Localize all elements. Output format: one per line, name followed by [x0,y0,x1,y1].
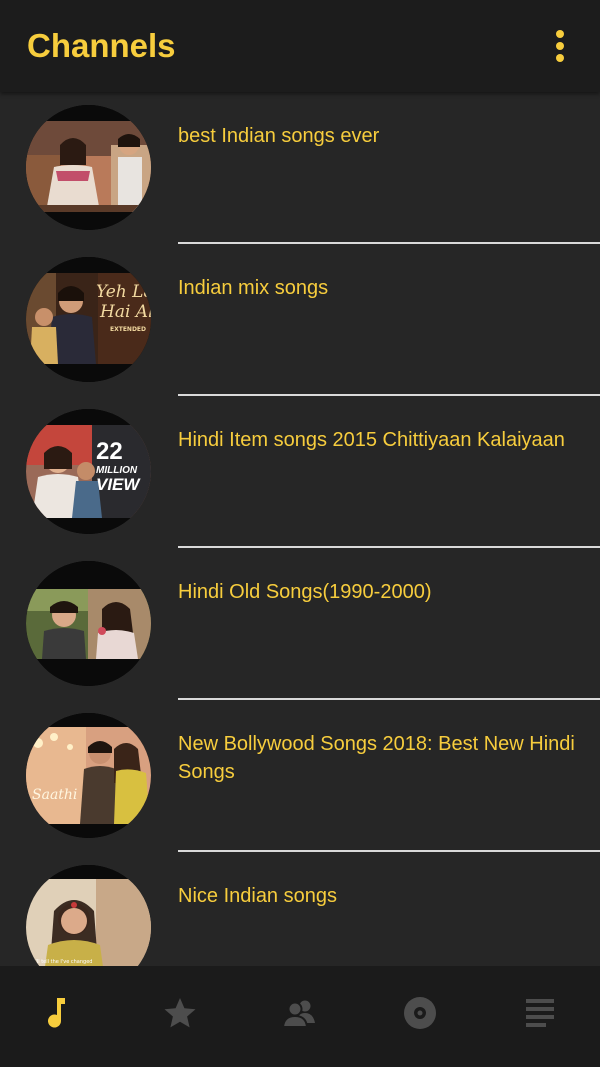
app-bar: Channels [0,0,600,92]
channel-title: New Bollywood Songs 2018: Best New Hindi… [178,733,575,783]
channel-thumbnail: Yeh Lad Hai Alla EXTENDED [26,257,151,382]
channel-title: best Indian songs ever [178,125,380,147]
nav-tab-albums[interactable] [360,966,480,1067]
thumbnail-text: EXTENDED [110,326,146,333]
channel-item[interactable]: best Indian songs ever [0,92,600,244]
channel-thumbnail [26,561,151,686]
channel-title: Hindi Old Songs(1990-2000) [178,581,432,603]
channel-item[interactable]: Hindi Old Songs(1990-2000) [0,548,600,700]
bottom-navigation [0,966,600,1067]
nav-tab-playlists[interactable] [480,966,600,1067]
list-icon [526,999,554,1027]
nav-tab-favorites[interactable] [120,966,240,1067]
music-note-icon [48,998,65,1028]
channel-item[interactable]: Yeh Lad Hai Alla EXTENDED Indian mix son… [0,244,600,396]
channel-thumbnail: I'll tell the I've changed [26,865,151,966]
nav-tab-artists[interactable] [240,966,360,1067]
thumbnail-text: Saathi [32,787,77,803]
channel-item[interactable]: Saathi New Bollywood Songs 2018: Best Ne… [0,700,600,852]
channel-item[interactable]: 22 MILLION VIEW Hindi Item songs 2015 Ch… [0,396,600,548]
thumbnail-text: 22 [96,438,123,465]
channel-item[interactable]: I'll tell the I've changed Nice Indian s… [0,852,600,966]
thumbnail-text: Hai Alla [99,302,151,322]
more-vert-icon[interactable] [548,26,572,66]
channel-title: Hindi Item songs 2015 Chittiyaan Kalaiya… [178,429,565,451]
thumbnail-text: Yeh Lad [96,282,151,302]
channel-list[interactable]: best Indian songs ever Yeh Lad Hai Alla … [0,92,600,966]
nav-tab-songs[interactable] [0,966,120,1067]
thumbnail-text: VIEW [96,475,141,494]
star-icon [164,998,196,1028]
channel-thumbnail: 22 MILLION VIEW [26,409,151,534]
channel-thumbnail [26,105,151,230]
channel-title: Nice Indian songs [178,885,337,907]
disc-icon [404,997,436,1029]
page-title: Channels [27,27,176,64]
channel-title: Indian mix songs [178,277,329,299]
people-icon [282,1000,315,1028]
channel-thumbnail: Saathi [26,713,151,838]
thumbnail-text: I'll tell the I've changed [34,959,92,965]
